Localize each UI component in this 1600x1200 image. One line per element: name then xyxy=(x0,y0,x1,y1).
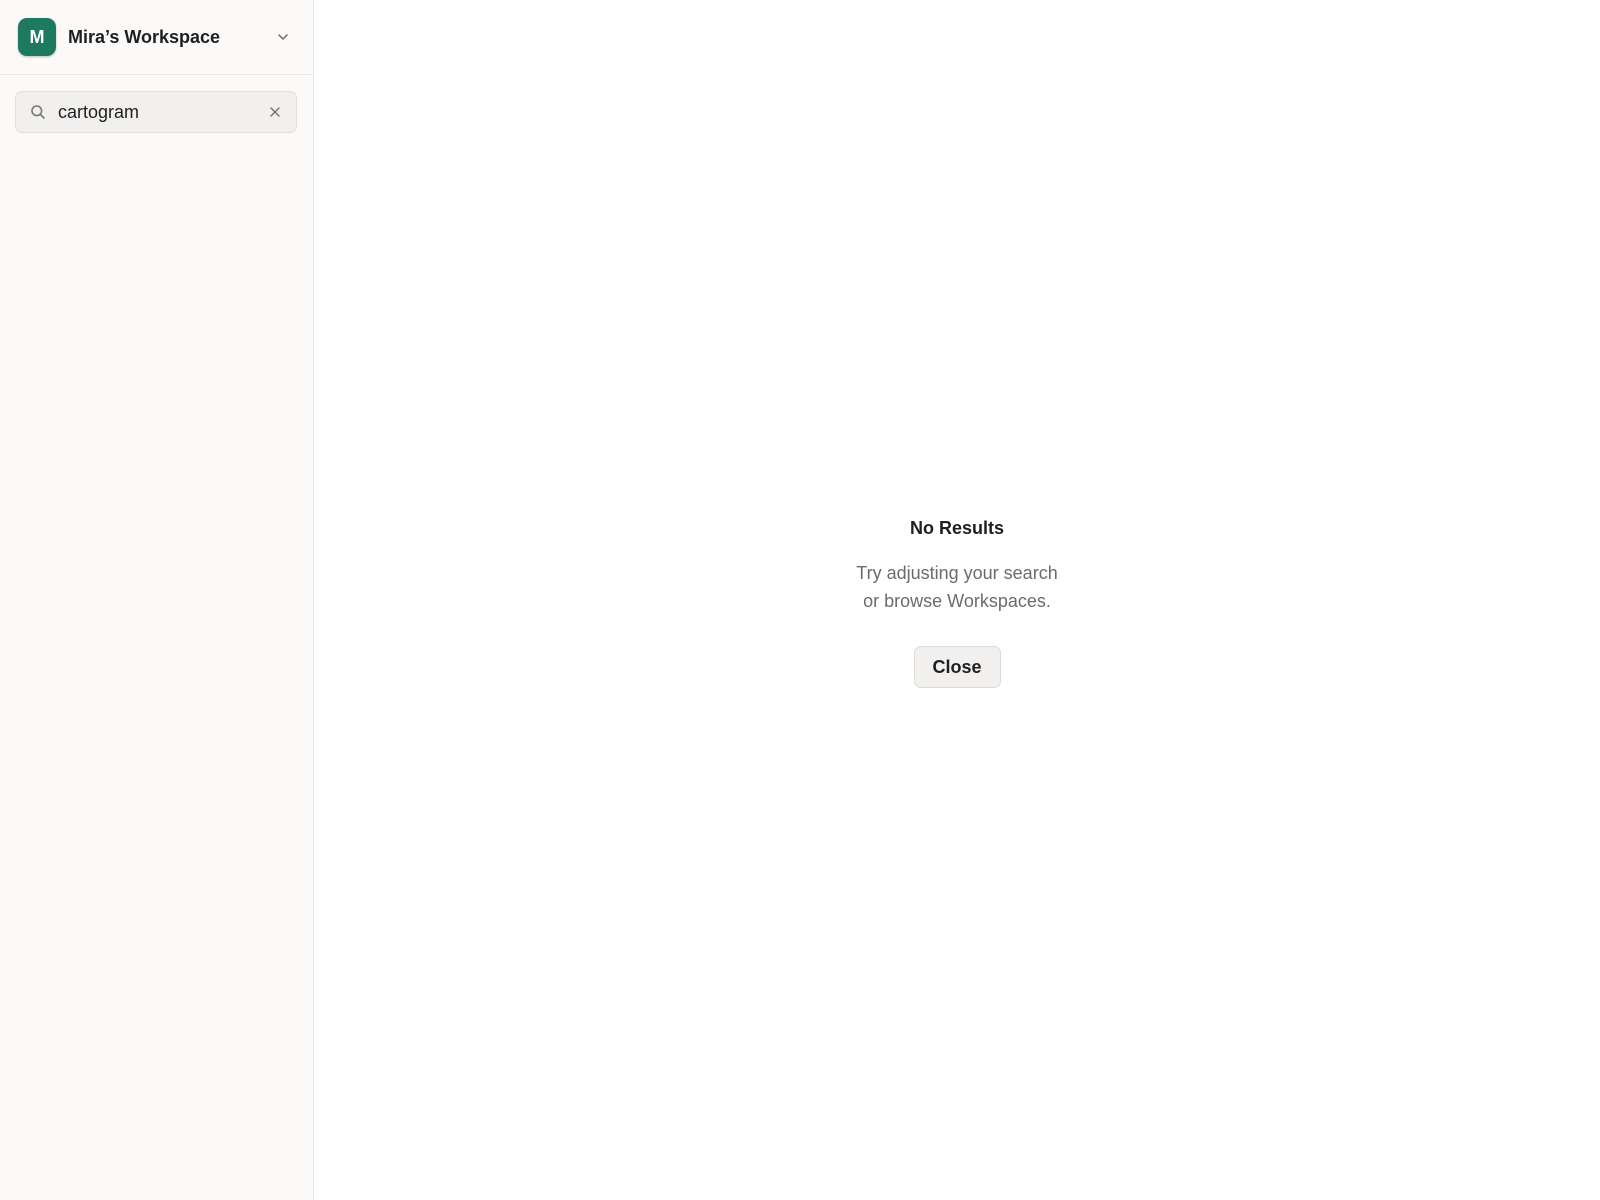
close-icon[interactable] xyxy=(266,103,284,121)
workspace-switcher[interactable]: M Mira’s Workspace xyxy=(0,0,313,75)
empty-state-message-line1: Try adjusting your search xyxy=(856,563,1058,583)
workspace-avatar-letter: M xyxy=(29,26,45,47)
empty-state-title: No Results xyxy=(909,518,1005,538)
workspace-name: Mira’s Workspace xyxy=(68,26,221,47)
search-box[interactable] xyxy=(15,91,297,133)
workspace-avatar: M xyxy=(18,18,56,56)
empty-state-message-line2: or browse Workspaces. xyxy=(863,591,1051,611)
app-window: M Mira’s Workspace cartogram No Results … xyxy=(0,0,1600,1200)
main-content: No Results Try adjusting your search or … xyxy=(314,0,1600,1200)
chevron-down-icon[interactable] xyxy=(273,27,293,47)
empty-state: No Results Try adjusting your search or … xyxy=(314,517,1600,688)
empty-state-message: Try adjusting your search or browse Work… xyxy=(856,559,1057,615)
search-icon xyxy=(29,103,47,121)
search-container xyxy=(0,75,313,133)
close-button[interactable]: Close xyxy=(913,646,1001,688)
sidebar: M Mira’s Workspace xyxy=(0,0,314,1200)
search-input[interactable] xyxy=(58,101,266,123)
